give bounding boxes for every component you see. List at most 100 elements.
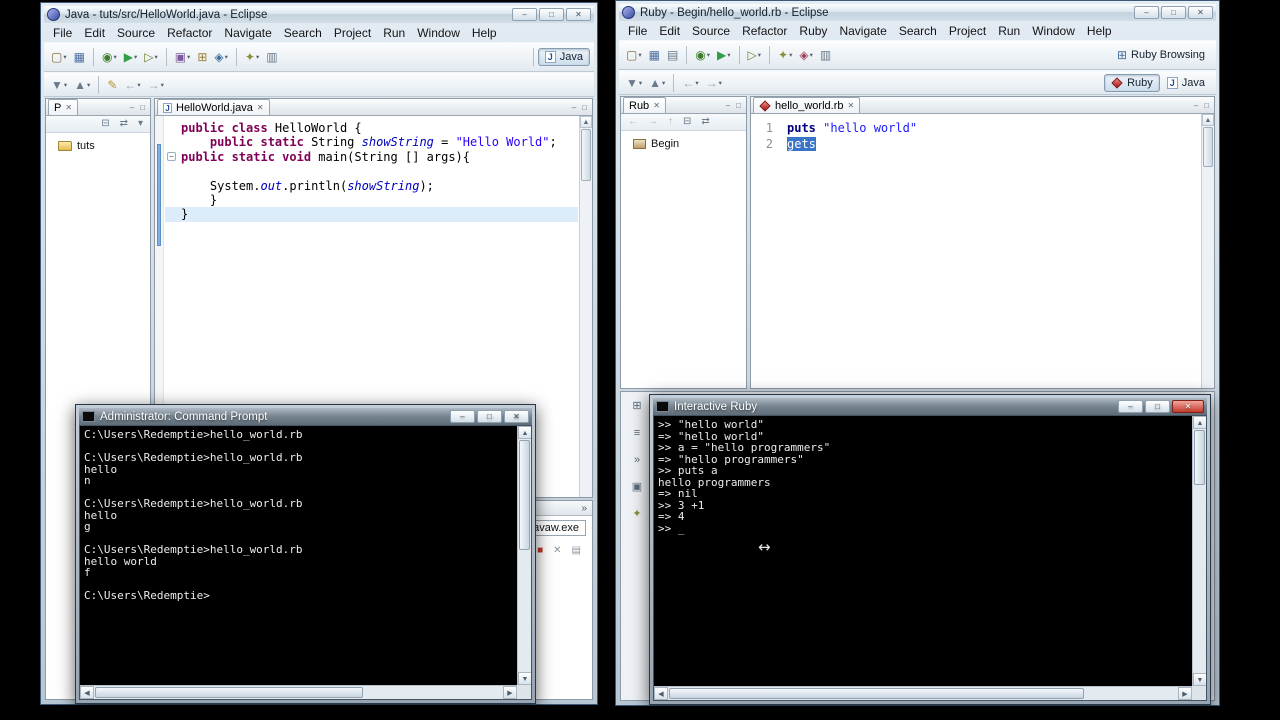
- editor-scrollbar[interactable]: ▲: [1201, 114, 1214, 388]
- editor-scrollbar[interactable]: ▲: [579, 116, 592, 497]
- tree-item-tuts[interactable]: tuts: [48, 137, 148, 154]
- tasks-view-icon[interactable]: ≡: [631, 423, 643, 443]
- maximize-button[interactable]: □: [539, 8, 564, 21]
- print-icon[interactable]: ▤: [664, 45, 681, 65]
- view-overflow-icon[interactable]: »: [581, 503, 587, 514]
- next-annotation-icon[interactable]: ▼ ▾: [623, 73, 645, 93]
- search-icon[interactable]: ✦ ▾: [775, 45, 795, 65]
- menu-navigate[interactable]: Navigate: [218, 25, 277, 41]
- scrollbar-thumb[interactable]: [581, 129, 591, 181]
- minimize-button[interactable]: –: [512, 8, 537, 21]
- code-line[interactable]: public static String showString = "Hello…: [165, 135, 578, 149]
- close-view-icon[interactable]: ✕: [65, 103, 72, 112]
- menu-file[interactable]: File: [47, 25, 78, 41]
- menu-search[interactable]: Search: [278, 25, 328, 41]
- perspective-ruby-button[interactable]: Ruby: [1104, 73, 1160, 92]
- menu-navigate[interactable]: Navigate: [833, 23, 892, 39]
- close-button[interactable]: ✕: [504, 410, 529, 423]
- run-icon[interactable]: ▶ ▾: [714, 45, 734, 65]
- prev-annotation-icon[interactable]: ▲ ▾: [71, 75, 93, 95]
- scroll-down-icon[interactable]: ▼: [1193, 673, 1206, 686]
- code-line[interactable]: }: [165, 193, 578, 207]
- collapse-all-icon[interactable]: ⊟: [680, 115, 694, 129]
- back-icon[interactable]: ← ▾: [121, 75, 143, 95]
- menu-source[interactable]: Source: [686, 23, 736, 39]
- code-line[interactable]: − public static void main(String [] args)…: [165, 150, 578, 164]
- close-view-icon[interactable]: ✕: [653, 101, 660, 110]
- code-line[interactable]: public class HelloWorld {: [165, 121, 578, 135]
- maximize-view-icon[interactable]: □: [1201, 101, 1212, 110]
- close-tab-icon[interactable]: ✕: [847, 101, 854, 110]
- debug-icon[interactable]: ◉ ▾: [99, 47, 120, 67]
- back-icon[interactable]: ← ▾: [679, 73, 701, 93]
- ruby-code-area[interactable]: 1 puts "hello world" 2 gets ▲: [751, 114, 1214, 388]
- menu-refactor[interactable]: Refactor: [161, 25, 218, 41]
- menu-help[interactable]: Help: [1081, 23, 1118, 39]
- view-menu-icon[interactable]: ▾: [135, 117, 146, 131]
- fold-marker-icon[interactable]: −: [167, 151, 176, 161]
- terminal-output[interactable]: C:\Users\Redemptie>hello_world.rb C:\Use…: [79, 425, 532, 700]
- new-java-project-icon[interactable]: ▣ ▾: [172, 47, 194, 67]
- tree-item-begin[interactable]: Begin: [623, 135, 744, 152]
- debug-icon[interactable]: ◉ ▾: [692, 45, 713, 65]
- scrollbar-thumb[interactable]: [95, 687, 363, 698]
- menu-help[interactable]: Help: [466, 25, 503, 41]
- next-annotation-icon[interactable]: ▼ ▾: [48, 75, 70, 95]
- menu-project[interactable]: Project: [943, 23, 992, 39]
- scroll-up-icon[interactable]: ▲: [518, 426, 531, 439]
- menu-source[interactable]: Source: [111, 25, 161, 41]
- prev-annotation-icon[interactable]: ▲ ▾: [646, 73, 668, 93]
- menu-project[interactable]: Project: [328, 25, 377, 41]
- editor-tab-hello-world-rb[interactable]: hello_world.rb ✕: [753, 97, 861, 113]
- titlebar[interactable]: Interactive Ruby – □ ✕: [653, 398, 1207, 415]
- perspective-java-button[interactable]: J Java: [1160, 74, 1212, 92]
- ruby-resources-tab[interactable]: Rub ✕: [623, 97, 666, 113]
- horizontal-scrollbar[interactable]: ◀ ▶: [80, 685, 517, 699]
- collapse-all-icon[interactable]: ⊟: [98, 117, 112, 131]
- code-line[interactable]: 2 gets: [751, 136, 1200, 152]
- maximize-button[interactable]: □: [1145, 400, 1170, 413]
- new-ruby-class-icon[interactable]: ◈ ▾: [796, 45, 816, 65]
- menu-window[interactable]: Window: [411, 25, 466, 41]
- forward-icon[interactable]: →: [645, 115, 661, 129]
- save-icon[interactable]: ▦: [71, 47, 88, 67]
- scrollbar-thumb[interactable]: [669, 688, 1084, 699]
- close-button[interactable]: ✕: [566, 8, 591, 21]
- new-class-icon[interactable]: ◈ ▾: [211, 47, 231, 67]
- scrollbar-thumb[interactable]: [519, 440, 530, 550]
- menu-file[interactable]: File: [622, 23, 653, 39]
- maximize-view-icon[interactable]: □: [579, 103, 590, 112]
- editor-tab-helloworld[interactable]: J HelloWorld.java ✕: [157, 99, 270, 115]
- maximize-button[interactable]: □: [477, 410, 502, 423]
- close-button[interactable]: ✕: [1172, 400, 1204, 413]
- code-line[interactable]: System.out.println(showString);: [165, 179, 578, 193]
- code-line[interactable]: 1 puts "hello world": [751, 120, 1200, 136]
- horizontal-scrollbar[interactable]: ◀ ▶: [654, 686, 1192, 700]
- menu-search[interactable]: Search: [893, 23, 943, 39]
- titlebar[interactable]: Administrator: Command Prompt – □ ✕: [79, 408, 532, 425]
- scroll-right-icon[interactable]: ▶: [1178, 687, 1192, 700]
- new-wizard-icon[interactable]: ▢ ▾: [623, 45, 645, 65]
- link-with-editor-icon[interactable]: ⇄: [117, 117, 131, 131]
- close-tab-icon[interactable]: ✕: [257, 103, 264, 112]
- run-icon[interactable]: ▶ ▾: [121, 47, 141, 67]
- scrollbar-thumb[interactable]: [1194, 430, 1205, 485]
- new-package-icon[interactable]: ⊞: [194, 47, 210, 67]
- menu-run[interactable]: Run: [377, 25, 411, 41]
- minimize-view-icon[interactable]: –: [723, 101, 733, 110]
- minimize-button[interactable]: –: [1134, 6, 1159, 19]
- menu-refactor[interactable]: Refactor: [736, 23, 793, 39]
- close-button[interactable]: ✕: [1188, 6, 1213, 19]
- titlebar[interactable]: Ruby - Begin/hello_world.rb - Eclipse – …: [619, 4, 1216, 21]
- console-view-icon[interactable]: ▣: [629, 477, 645, 497]
- search-icon[interactable]: ✦ ▾: [242, 47, 262, 67]
- remove-launch-icon[interactable]: ✕: [550, 541, 564, 561]
- maximize-button[interactable]: □: [1161, 6, 1186, 19]
- maximize-view-icon[interactable]: □: [137, 103, 148, 112]
- menu-window[interactable]: Window: [1026, 23, 1081, 39]
- menu-ruby[interactable]: Ruby: [793, 23, 833, 39]
- view-overflow-icon[interactable]: »: [631, 450, 643, 470]
- menu-run[interactable]: Run: [992, 23, 1026, 39]
- new-wizard-icon[interactable]: ▢ ▾: [48, 47, 70, 67]
- run-last-launched-icon[interactable]: ▷ ▾: [141, 47, 161, 67]
